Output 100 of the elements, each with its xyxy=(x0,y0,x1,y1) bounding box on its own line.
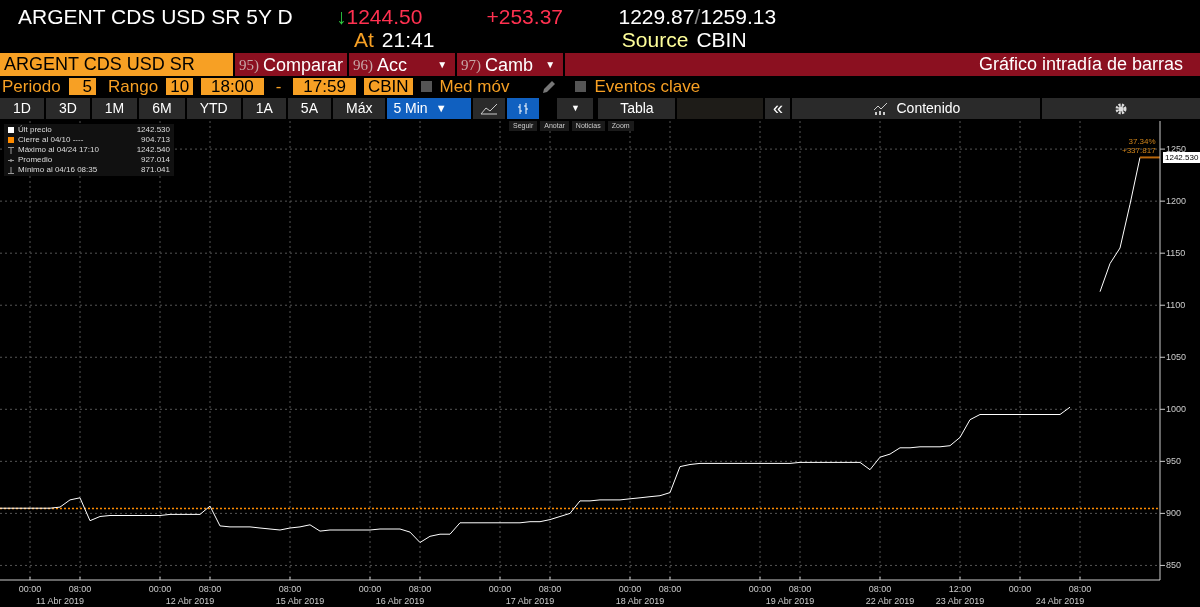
change-note: +337.817 xyxy=(1122,146,1156,155)
page-title: Gráfico intradía de barras xyxy=(565,53,1200,76)
axis-label: 00:00 xyxy=(618,584,642,594)
legend-label: Últ precio xyxy=(18,125,53,135)
caret-icon: ▼ xyxy=(433,53,452,76)
legend-value: 927.014 xyxy=(140,155,170,165)
date-label: 16 Abr 2019 xyxy=(375,596,425,606)
max-marker-icon xyxy=(8,146,14,154)
axis-label: 08:00 xyxy=(68,584,92,594)
legend-label: Mínimo al 04/16 08:35 xyxy=(18,165,99,175)
legend-value: 904.713 xyxy=(140,135,170,145)
date-label: 18 Abr 2019 xyxy=(615,596,665,606)
quote-time: 21:41 xyxy=(381,29,436,51)
collapse-button[interactable]: « xyxy=(765,98,791,119)
last-price-line xyxy=(1139,156,1161,159)
average-marker-icon xyxy=(8,158,14,162)
source-label: Source xyxy=(621,29,689,51)
last-price: 1244.50 xyxy=(346,5,424,29)
axis-label: 1100 xyxy=(1166,300,1186,311)
menu-number: 95) xyxy=(239,55,259,75)
axis-label: 1250 xyxy=(1166,144,1187,155)
gear-icon xyxy=(1114,101,1129,116)
range-tab[interactable]: 1D xyxy=(0,98,44,119)
bid-price: 1229.87 xyxy=(618,5,695,29)
menu-button[interactable]: 97) Camb ▼ xyxy=(457,53,564,76)
table-button[interactable]: Tabla xyxy=(598,98,676,119)
legend-label: Cierre al 04/10 ---- xyxy=(18,135,85,145)
checkbox[interactable] xyxy=(420,81,432,92)
range-tab[interactable]: Máx xyxy=(332,98,386,119)
min-marker-icon xyxy=(8,166,14,174)
date-label: 12 Abr 2019 xyxy=(165,596,215,606)
caret-icon: ▼ xyxy=(541,53,560,76)
axis-label: 08:00 xyxy=(788,584,812,594)
date-label: 23 Abr 2019 xyxy=(935,596,985,606)
axis-label: 08:00 xyxy=(658,584,682,594)
last-price-tag: 1242.530 xyxy=(1163,152,1200,163)
contents-button[interactable]: Contenido xyxy=(792,98,1041,119)
bar-chart-button[interactable] xyxy=(507,98,540,119)
menu-label: Acc xyxy=(377,53,409,76)
legend-value: 1242.530 xyxy=(135,125,170,135)
range-label: Rango xyxy=(108,77,159,96)
range-tab[interactable]: 6M xyxy=(139,98,185,119)
menu-button[interactable]: 96) Acc ▼ xyxy=(349,53,456,76)
line-chart-button[interactable] xyxy=(473,98,506,119)
axis-label: 00:00 xyxy=(358,584,382,594)
axis-label: 12:00 xyxy=(948,584,972,594)
axis-label: 00:00 xyxy=(18,584,42,594)
security-name: ARGENT CDS USD SR 5Y D xyxy=(18,5,294,29)
axis-label: 850 xyxy=(1166,560,1182,571)
settings-button[interactable] xyxy=(1042,98,1200,119)
legend-label: Máximo al 04/24 17:10 xyxy=(18,145,100,155)
axis-label: 08:00 xyxy=(868,584,892,594)
price-change: +253.37 xyxy=(486,5,564,29)
checkbox-label: Med móv xyxy=(439,77,510,96)
arrow-icon: ↓ xyxy=(336,5,347,29)
axis-label: 1050 xyxy=(1166,352,1187,363)
axis-label: 08:00 xyxy=(408,584,432,594)
source-value: CBIN xyxy=(696,29,747,51)
menu-label: Camb xyxy=(485,53,535,76)
menu-number: 97) xyxy=(461,55,482,75)
axis-label: 08:00 xyxy=(1068,584,1092,594)
interval-dropdown[interactable]: 5 Min ▼ xyxy=(387,98,472,119)
menu-number: 96) xyxy=(353,55,374,75)
axis-label: 08:00 xyxy=(538,584,562,594)
checkbox-label: Eventos clave xyxy=(594,77,701,96)
date-label: 15 Abr 2019 xyxy=(275,596,325,606)
range-tab[interactable]: 1M xyxy=(91,98,138,119)
separator: / xyxy=(694,5,701,29)
menu-button[interactable]: 95) Comparar xyxy=(235,53,348,76)
range-tab[interactable]: 5A xyxy=(287,98,331,119)
period-label: Periodo xyxy=(2,77,61,96)
bar-chart-icon xyxy=(516,101,531,116)
date-label: 19 Abr 2019 xyxy=(765,596,815,606)
chart-icon xyxy=(872,102,889,115)
change-note: 37.34% xyxy=(1128,137,1156,146)
range-field[interactable]: 10 xyxy=(166,78,194,95)
axis-label: 1150 xyxy=(1166,248,1186,259)
period-field[interactable]: 5 xyxy=(68,78,97,95)
menu-label: Comparar xyxy=(263,53,344,76)
security-field[interactable]: ARGENT CDS USD SR xyxy=(0,53,233,76)
legend-label: Promedio xyxy=(18,155,54,165)
legend-value: 871.041 xyxy=(140,165,170,175)
dropdown-button[interactable]: ▼ xyxy=(557,98,594,119)
date-label: 24 Abr 2019 xyxy=(1035,596,1085,606)
checkbox[interactable] xyxy=(575,81,587,92)
axis-label: 00:00 xyxy=(748,584,772,594)
start-time-field[interactable]: 18:00 xyxy=(201,78,264,95)
range-tab[interactable]: YTD xyxy=(186,98,241,119)
end-time-field[interactable]: 17:59 xyxy=(293,78,356,95)
axis-label: 08:00 xyxy=(278,584,302,594)
legend-value: 1242.540 xyxy=(135,145,170,155)
axis-label: 00:00 xyxy=(488,584,512,594)
range-tab[interactable]: 1A xyxy=(242,98,286,119)
source-field[interactable]: CBIN xyxy=(363,78,413,95)
axis-label: 1000 xyxy=(1166,404,1187,415)
range-tab[interactable]: 3D xyxy=(45,98,90,119)
axis-label: 900 xyxy=(1166,508,1182,519)
axis-label: 08:00 xyxy=(198,584,222,594)
pencil-icon[interactable] xyxy=(541,78,558,95)
axis-label: 1200 xyxy=(1166,196,1187,207)
